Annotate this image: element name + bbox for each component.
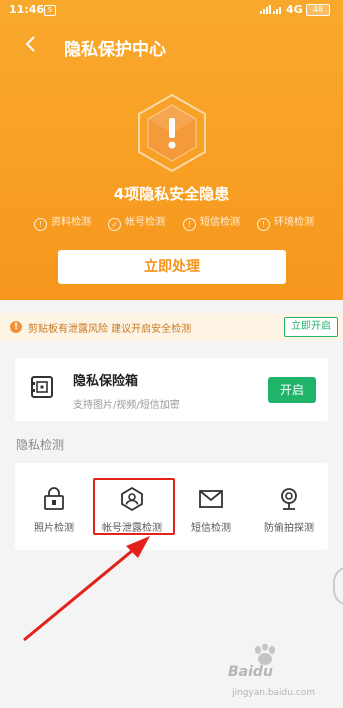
lock-photo-icon <box>44 487 64 510</box>
check-item-environment: ! 环境检测 <box>257 215 314 231</box>
detection-sms[interactable]: 短信检测 <box>172 463 250 550</box>
check-label: 短信检测 <box>200 217 240 228</box>
section-title: 隐私检测 <box>16 438 65 452</box>
scroll-handle[interactable] <box>333 566 343 606</box>
detection-label: 短信检测 <box>191 523 231 534</box>
safe-icon <box>31 376 53 398</box>
privacy-vault-card[interactable]: 隐私保险箱 支持图片/视频/短信加密 开启 <box>15 358 328 421</box>
clipboard-alert-bar: ! 剪贴板有泄露风险 建议开启安全检测 立即开启 <box>0 313 343 341</box>
warning-icon: ! <box>183 218 196 231</box>
vault-title: 隐私保险箱 <box>73 374 139 389</box>
highlight-box <box>93 478 175 535</box>
detection-label: 防偷拍探测 <box>264 523 314 534</box>
envelope-icon <box>199 490 223 508</box>
warning-icon: ! <box>257 218 270 231</box>
status-time: 11:46 <box>9 3 45 16</box>
page-title: 隐私保护中心 <box>64 40 166 60</box>
warning-icon: ! <box>34 218 47 231</box>
check-label: 帐号检测 <box>125 217 165 228</box>
alert-text: 剪贴板有泄露风险 建议开启安全检测 <box>28 324 192 335</box>
check-list: ! 资料检测 ✓ 帐号检测 ! 短信检测 ! 环境检测 <box>0 215 343 233</box>
detection-label: 照片检测 <box>34 523 74 534</box>
camera-icon <box>281 488 297 510</box>
vault-subtitle: 支持图片/视频/短信加密 <box>73 400 180 411</box>
vault-enable-button[interactable]: 开启 <box>268 377 316 403</box>
detection-photo[interactable]: 照片检测 <box>15 463 93 550</box>
check-label: 环境检测 <box>274 217 314 228</box>
check-label: 资料检测 <box>51 217 91 228</box>
alert-icon: ! <box>10 321 22 333</box>
status-bar: 11:46 S 4G 48 <box>0 0 343 20</box>
signal-icon <box>260 5 281 14</box>
nav-bar: 隐私保护中心 <box>0 30 343 66</box>
watermark-brand: Baidu <box>228 664 273 680</box>
detection-spy-camera[interactable]: 防偷拍探测 <box>250 463 328 550</box>
network-type: 4G <box>286 3 303 16</box>
baidu-paw-icon <box>255 644 275 665</box>
process-now-button[interactable]: 立即处理 <box>58 250 286 284</box>
notification-icon: S <box>44 5 56 16</box>
chevron-left-icon[interactable] <box>24 34 44 58</box>
battery-icon: 48 <box>306 4 330 16</box>
issues-summary: 4项隐私安全隐患 <box>113 185 230 203</box>
check-item-account: ✓ 帐号检测 <box>108 215 165 231</box>
enable-now-button[interactable]: 立即开启 <box>284 317 338 337</box>
watermark-url: jingyan.baidu.com <box>232 688 316 698</box>
check-icon: ✓ <box>108 218 121 231</box>
check-item-sms: ! 短信检测 <box>183 215 240 231</box>
check-item-profile: ! 资料检测 <box>34 215 91 231</box>
warning-hexagon-icon <box>138 93 206 173</box>
